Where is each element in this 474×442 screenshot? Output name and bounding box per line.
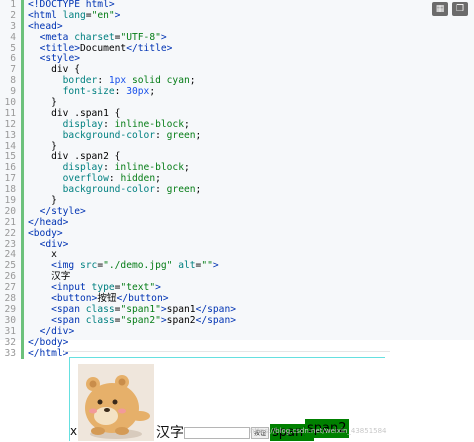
line-gutter [21, 43, 24, 55]
line-gutter [21, 250, 24, 262]
preview-hanzi-text: 汉字 [156, 425, 184, 441]
line-gutter [21, 217, 24, 229]
line-gutter [21, 98, 24, 109]
line-number: 31 [4, 325, 16, 337]
line-gutter [21, 54, 24, 66]
line-gutter [21, 21, 24, 33]
preview-text-input[interactable] [184, 427, 250, 439]
line-gutter [21, 185, 24, 197]
line-gutter [21, 294, 24, 305]
code-text: </html> [28, 347, 69, 359]
line-gutter [21, 119, 24, 131]
line-gutter [21, 0, 24, 11]
line-number: 32 [4, 336, 16, 348]
line-gutter [21, 163, 24, 175]
code-text: background-color: green; [62, 129, 202, 141]
line-gutter [21, 348, 24, 360]
line-gutter [21, 141, 24, 153]
line-gutter [21, 174, 24, 186]
line-gutter [21, 326, 24, 338]
copy-icon[interactable]: ❐ [452, 2, 468, 16]
line-number: 22 [4, 227, 16, 239]
code-line: 13 background-color: green; [0, 129, 470, 142]
line-gutter [21, 130, 24, 142]
line-gutter [21, 239, 24, 251]
code-listing: 1 <!DOCTYPE html> 2 <html lang="en"> 3 <head>… [0, 0, 470, 360]
bear-image [78, 364, 154, 441]
line-gutter [21, 108, 24, 120]
watermark-text: https://blog.csdn.net/weixin_43851584 [250, 427, 387, 435]
code-line: 23 <div> [0, 239, 470, 251]
line-gutter [21, 337, 24, 349]
line-gutter [21, 196, 24, 207]
line-gutter [21, 283, 24, 295]
code-line: 2 <html lang="en"> [0, 10, 470, 22]
line-number: 33 [4, 347, 16, 359]
code-line: 9 font-size: 30px; [0, 86, 470, 99]
line-gutter [21, 32, 24, 44]
line-gutter [21, 10, 24, 22]
code-line: 21 </head> [0, 217, 470, 229]
code-line: 22 <body> [0, 227, 470, 240]
line-gutter [21, 76, 24, 88]
code-line: 31 </div> [0, 325, 470, 338]
line-gutter [21, 228, 24, 240]
code-line: 18 background-color: green; [0, 184, 470, 197]
line-gutter [21, 304, 24, 316]
preview-x-text: x [70, 424, 78, 438]
line-gutter [21, 65, 24, 77]
code-line: 32 </body> [0, 336, 470, 349]
line-gutter [21, 152, 24, 164]
line-gutter [21, 272, 24, 284]
code-line: 25 <img src="./demo.jpg" alt=""> [0, 260, 470, 273]
line-gutter [21, 206, 24, 218]
line-gutter [21, 87, 24, 99]
line-gutter [21, 315, 24, 327]
div-border-top [69, 357, 385, 358]
line-gutter [21, 261, 24, 273]
code-toolbar: ▦ ❐ [432, 2, 468, 16]
code-block: 1 <!DOCTYPE html> 2 <html lang="en"> 3 <head>… [0, 0, 474, 360]
line-number: 4 [10, 31, 16, 43]
line-number: 13 [4, 129, 16, 141]
code-line: 20 </style> [0, 206, 470, 218]
view-grid-icon[interactable]: ▦ [432, 2, 448, 16]
